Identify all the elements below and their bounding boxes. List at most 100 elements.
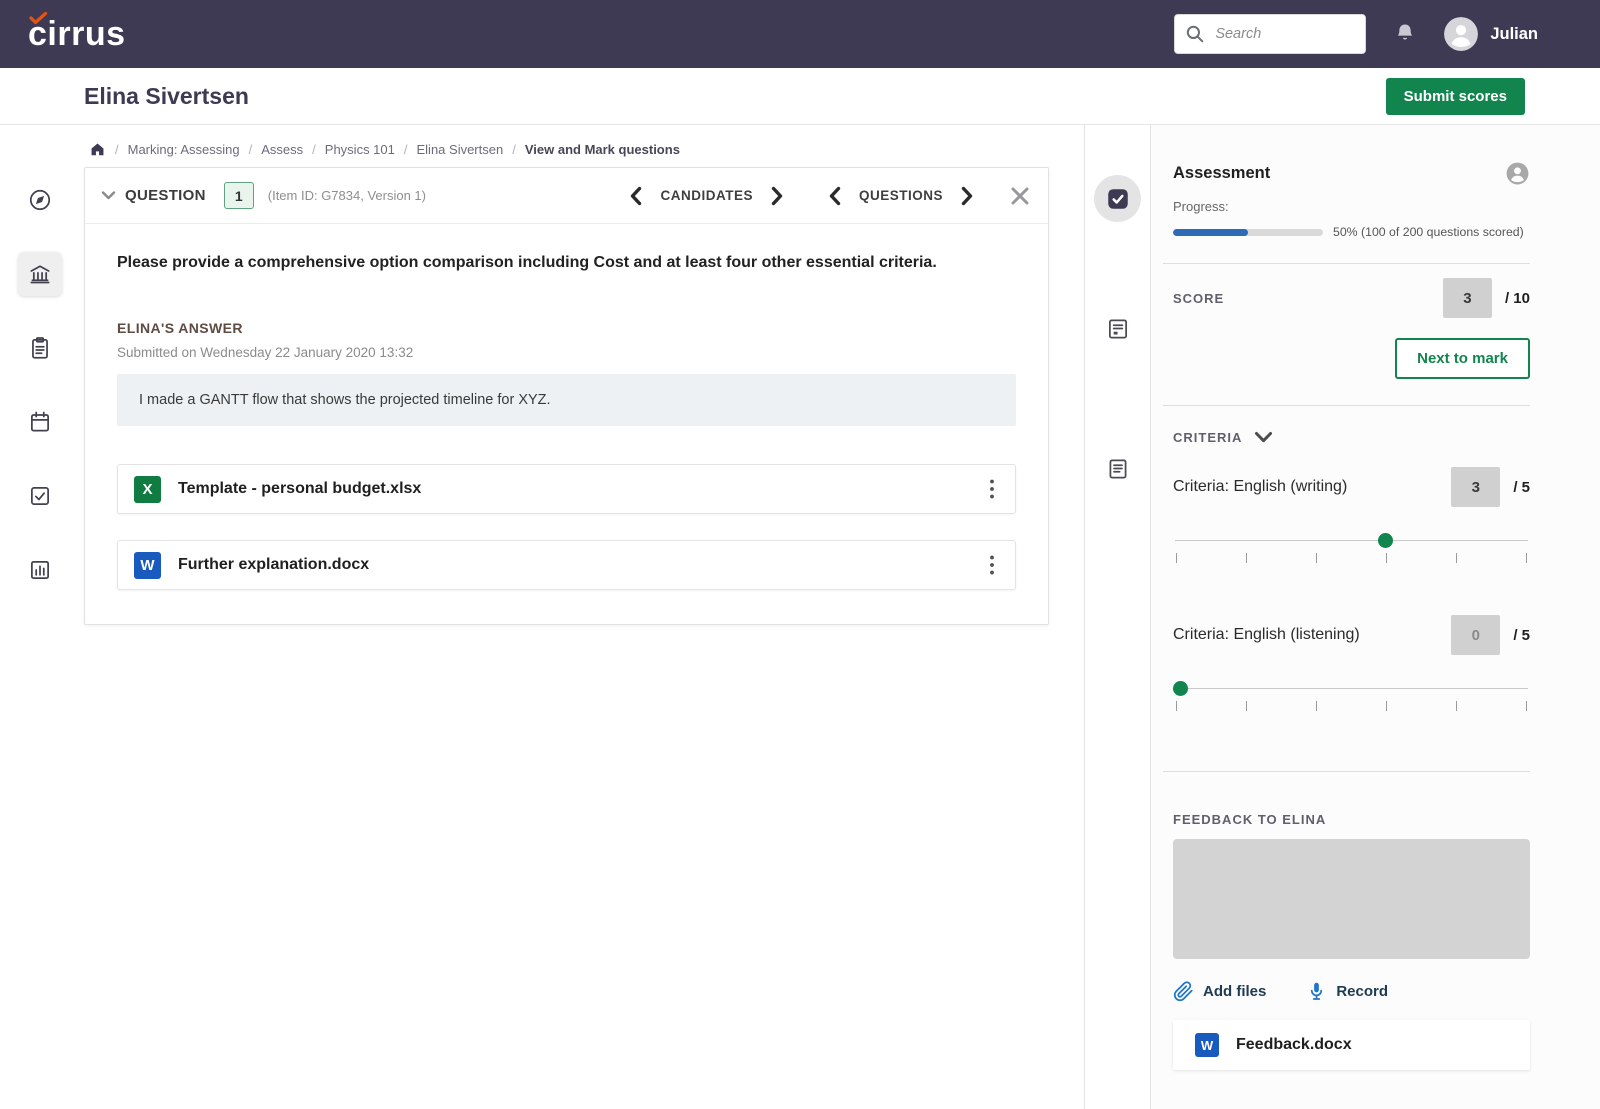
- slider-track: [1175, 688, 1528, 689]
- feedback-actions: Add files Record: [1173, 981, 1530, 1002]
- criterion-max: / 5: [1513, 478, 1530, 496]
- notifications-button[interactable]: [1392, 21, 1418, 47]
- record-button[interactable]: Record: [1306, 981, 1388, 1002]
- left-rail: [0, 125, 80, 1109]
- kebab-icon: [990, 555, 994, 575]
- feedback-textarea[interactable]: [1173, 839, 1530, 959]
- attachment-name: Template - personal budget.xlsx: [178, 480, 422, 498]
- sidebar-item-assessments[interactable]: [18, 326, 62, 370]
- subheader: Elina Sivertsen Submit scores: [0, 68, 1600, 125]
- scorecard-icon: [1108, 319, 1127, 339]
- attachment-name: Further explanation.docx: [178, 556, 370, 574]
- calendar-icon: [31, 411, 49, 432]
- tab-assessment[interactable]: [1094, 175, 1141, 222]
- bell-icon: [1397, 24, 1413, 40]
- next-question-button[interactable]: [960, 186, 974, 206]
- paperclip-icon: [1173, 981, 1193, 1002]
- breadcrumb-separator: /: [248, 142, 253, 157]
- candidates-label: CANDIDATES: [660, 188, 753, 203]
- feedback-file-row[interactable]: W Feedback.docx: [1173, 1020, 1530, 1070]
- close-icon: [1011, 187, 1029, 204]
- sidebar-item-dashboard[interactable]: [18, 178, 62, 222]
- sidebar-item-marking[interactable]: [18, 474, 62, 518]
- avatar[interactable]: [1444, 17, 1479, 51]
- feedback-label: FEEDBACK TO ELINA: [1173, 812, 1327, 827]
- close-question-button[interactable]: [1008, 184, 1032, 208]
- question-card: QUESTION 1 (Item ID: G7834, Version 1) C…: [84, 167, 1049, 626]
- page-title: Elina Sivertsen: [84, 82, 249, 109]
- chevron-left-icon: [829, 186, 841, 205]
- criterion-slider[interactable]: [1173, 533, 1530, 569]
- criterion-value-box[interactable]: 3: [1451, 467, 1501, 507]
- slider-handle[interactable]: [1378, 533, 1394, 548]
- checkbox-icon: [31, 487, 49, 505]
- panel-divider: [1163, 771, 1530, 772]
- progress-bar-fill: [1173, 228, 1248, 236]
- breadcrumb-separator: /: [115, 142, 119, 157]
- criterion-value-box[interactable]: 0: [1451, 615, 1501, 655]
- progress-text: 50% (100 of 200 questions scored): [1333, 225, 1524, 239]
- submit-scores-button[interactable]: Submit scores: [1385, 77, 1525, 115]
- app-window: cirrus Julian Elina Sivertsen Submit sco…: [0, 0, 1600, 1109]
- slider-ticks: [1176, 553, 1527, 563]
- attachment-row[interactable]: W Further explanation.docx: [117, 540, 1016, 591]
- chevron-down-icon: [1255, 432, 1273, 443]
- breadcrumb-current: View and Mark questions: [524, 142, 680, 157]
- next-to-mark-button[interactable]: Next to mark: [1395, 338, 1530, 379]
- panel-divider: [1163, 405, 1530, 406]
- candidates-pager: CANDIDATES: [629, 186, 784, 206]
- attachment-row[interactable]: X Template - personal budget.xlsx: [117, 464, 1016, 515]
- breadcrumb-item-course[interactable]: Physics 101: [325, 142, 395, 157]
- word-file-icon: W: [134, 551, 161, 579]
- tab-notes[interactable]: [1105, 456, 1131, 482]
- progress-label: Progress:: [1173, 199, 1229, 214]
- clipboard-icon: [32, 337, 48, 359]
- attachment-menu-button[interactable]: [981, 474, 1003, 504]
- criterion-slider[interactable]: [1173, 681, 1530, 717]
- home-icon[interactable]: [89, 141, 106, 158]
- app-logo[interactable]: cirrus: [28, 11, 126, 54]
- assessment-title: Assessment: [1173, 164, 1271, 182]
- person-icon[interactable]: [1505, 161, 1530, 186]
- candidate-answer-text: I made a GANTT flow that shows the proje…: [139, 392, 551, 409]
- breadcrumb-separator: /: [512, 142, 516, 157]
- questions-pager: QUESTIONS: [828, 186, 974, 206]
- feedback-file-name: Feedback.docx: [1236, 1036, 1352, 1053]
- kebab-icon: [990, 479, 994, 499]
- search-icon: [1187, 25, 1204, 43]
- user-name: Julian: [1490, 24, 1538, 43]
- check-badge-icon: [1107, 188, 1128, 209]
- score-max: / 10: [1504, 289, 1530, 307]
- prev-question-button[interactable]: [828, 186, 842, 206]
- breadcrumb-separator: /: [403, 142, 408, 157]
- question-card-header: QUESTION 1 (Item ID: G7834, Version 1) C…: [85, 168, 1048, 224]
- question-number-badge: 1: [223, 182, 254, 209]
- next-candidate-button[interactable]: [770, 186, 784, 206]
- chevron-down-icon: [101, 191, 116, 200]
- content-row: / Marking: Assessing / Assess / Physics …: [0, 125, 1600, 1109]
- breadcrumb-item-assess[interactable]: Assess: [261, 142, 303, 157]
- sidebar-item-institution[interactable]: [18, 252, 62, 296]
- slider-handle[interactable]: [1173, 681, 1188, 696]
- tab-scorecard[interactable]: [1105, 316, 1131, 342]
- search-box[interactable]: [1174, 14, 1367, 54]
- candidate-answer: I made a GANTT flow that shows the proje…: [117, 374, 1016, 427]
- question-card-body: Please provide a comprehensive option co…: [85, 224, 1048, 624]
- score-value-box[interactable]: 3: [1442, 278, 1492, 318]
- prev-candidate-button[interactable]: [629, 186, 643, 206]
- chevron-left-icon: [631, 186, 642, 205]
- question-text: Please provide a comprehensive option co…: [117, 254, 937, 271]
- criteria-header[interactable]: CRITERIA: [1173, 430, 1530, 445]
- criterion-label: Criteria: English (writing): [1173, 478, 1348, 495]
- breadcrumb-item-candidate[interactable]: Elina Sivertsen: [417, 142, 504, 157]
- breadcrumb-separator: /: [312, 142, 316, 157]
- progress-row: 50% (100 of 200 questions scored): [1173, 225, 1530, 239]
- attachment-menu-button[interactable]: [981, 550, 1003, 580]
- breadcrumb-item-marking[interactable]: Marking: Assessing: [128, 142, 240, 157]
- excel-file-icon: X: [134, 475, 161, 503]
- add-files-button[interactable]: Add files: [1173, 981, 1266, 1002]
- question-collapse-button[interactable]: [101, 190, 116, 201]
- sidebar-item-schedule[interactable]: [18, 400, 62, 444]
- logo-check-icon: [29, 11, 48, 24]
- sidebar-item-reports[interactable]: [18, 548, 62, 592]
